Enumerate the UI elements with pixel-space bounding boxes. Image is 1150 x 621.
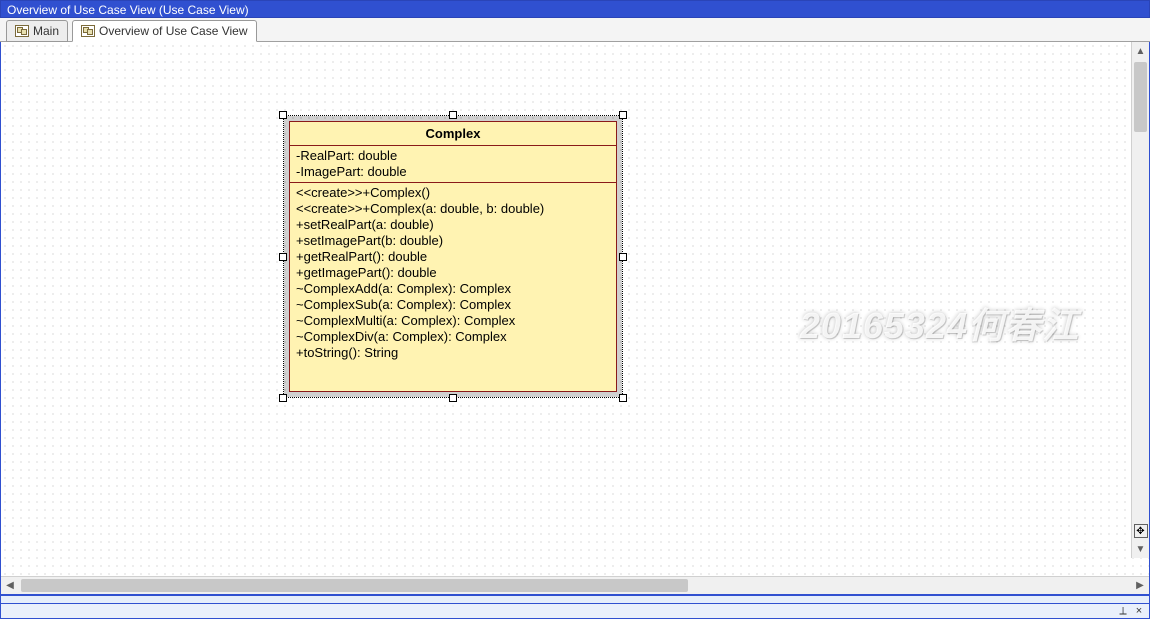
diagram-canvas[interactable]: Complex -RealPart: double -ImagePart: do… (1, 42, 1149, 576)
dock-bar: ⟂ × (0, 604, 1150, 619)
resize-handle-nw[interactable] (279, 111, 287, 119)
uml-operation: +toString(): String (296, 345, 610, 361)
uml-operation: <<create>>+Complex() (296, 185, 610, 201)
window-title-bar: Overview of Use Case View (Use Case View… (0, 0, 1150, 18)
resize-handle-se[interactable] (619, 394, 627, 402)
scroll-left-icon[interactable]: ◀ (1, 580, 19, 591)
tab-label: Main (33, 24, 59, 38)
pan-icon[interactable]: ✥ (1134, 524, 1148, 538)
uml-class-box[interactable]: Complex -RealPart: double -ImagePart: do… (289, 121, 617, 392)
uml-operation: +getRealPart(): double (296, 249, 610, 265)
uml-class-selected[interactable]: Complex -RealPart: double -ImagePart: do… (283, 115, 623, 398)
uml-operation: +setImagePart(b: double) (296, 233, 610, 249)
vertical-scrollbar[interactable]: ▲ ✥ ▼ (1131, 42, 1149, 558)
horizontal-scroll-thumb[interactable] (21, 579, 688, 592)
resize-handle-e[interactable] (619, 253, 627, 261)
close-icon[interactable]: × (1133, 605, 1145, 617)
uml-attributes: -RealPart: double -ImagePart: double (290, 146, 616, 183)
tab-bar: Main Overview of Use Case View (0, 18, 1150, 42)
uml-operation: +getImagePart(): double (296, 265, 610, 281)
resize-handle-ne[interactable] (619, 111, 627, 119)
uml-operation: ~ComplexAdd(a: Complex): Complex (296, 281, 610, 297)
window-title-text: Overview of Use Case View (Use Case View… (7, 3, 249, 17)
resize-handle-n[interactable] (449, 111, 457, 119)
horizontal-scroll-track[interactable] (19, 577, 1131, 594)
uml-operation: <<create>>+Complex(a: double, b: double) (296, 201, 610, 217)
tab-main[interactable]: Main (6, 20, 68, 42)
horizontal-scrollbar[interactable]: ◀ ▶ (1, 576, 1149, 594)
scroll-down-icon[interactable]: ▼ (1136, 540, 1146, 558)
tab-label: Overview of Use Case View (99, 24, 248, 38)
pin-icon[interactable]: ⟂ (1117, 605, 1129, 617)
uml-operations: <<create>>+Complex() <<create>>+Complex(… (290, 183, 616, 363)
resize-handle-sw[interactable] (279, 394, 287, 402)
diagram-icon (81, 25, 95, 37)
uml-class-name: Complex (290, 122, 616, 146)
watermark-text: 20165324何春江 (800, 297, 1079, 349)
bottom-panel (0, 594, 1150, 604)
scroll-up-icon[interactable]: ▲ (1132, 42, 1149, 60)
uml-attribute: -ImagePart: double (296, 164, 610, 180)
uml-operation: ~ComplexSub(a: Complex): Complex (296, 297, 610, 313)
tab-overview[interactable]: Overview of Use Case View (72, 20, 257, 42)
uml-operation: ~ComplexDiv(a: Complex): Complex (296, 329, 610, 345)
uml-attribute: -RealPart: double (296, 148, 610, 164)
vertical-scroll-thumb[interactable] (1134, 62, 1147, 132)
uml-operation: +setRealPart(a: double) (296, 217, 610, 233)
diagram-icon (15, 25, 29, 37)
uml-operation: ~ComplexMulti(a: Complex): Complex (296, 313, 610, 329)
resize-handle-s[interactable] (449, 394, 457, 402)
resize-handle-w[interactable] (279, 253, 287, 261)
scroll-right-icon[interactable]: ▶ (1131, 580, 1149, 591)
canvas-area: Complex -RealPart: double -ImagePart: do… (0, 42, 1150, 594)
